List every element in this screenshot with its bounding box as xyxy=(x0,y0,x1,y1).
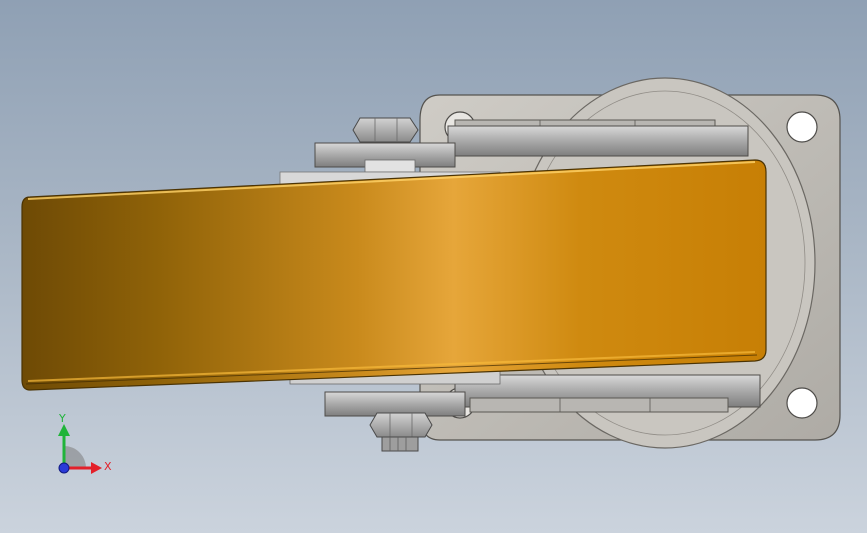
mounting-hole-bottom-right xyxy=(786,387,818,419)
mounting-hole-top-right xyxy=(786,111,818,143)
x-axis-label: X xyxy=(104,460,112,473)
x-axis-arrowhead xyxy=(91,462,102,474)
z-axis-dot xyxy=(58,462,70,474)
y-axis-arrowhead xyxy=(58,424,70,436)
axle-nut-bottom xyxy=(369,412,433,452)
caster-wheel-model[interactable] xyxy=(0,0,867,533)
wheel-tread xyxy=(21,159,767,391)
coordinate-triad: X Y xyxy=(58,412,112,474)
y-axis-label: Y xyxy=(58,412,66,425)
3d-model-viewport[interactable]: X Y xyxy=(0,0,867,533)
axle-nut-top xyxy=(352,117,419,143)
